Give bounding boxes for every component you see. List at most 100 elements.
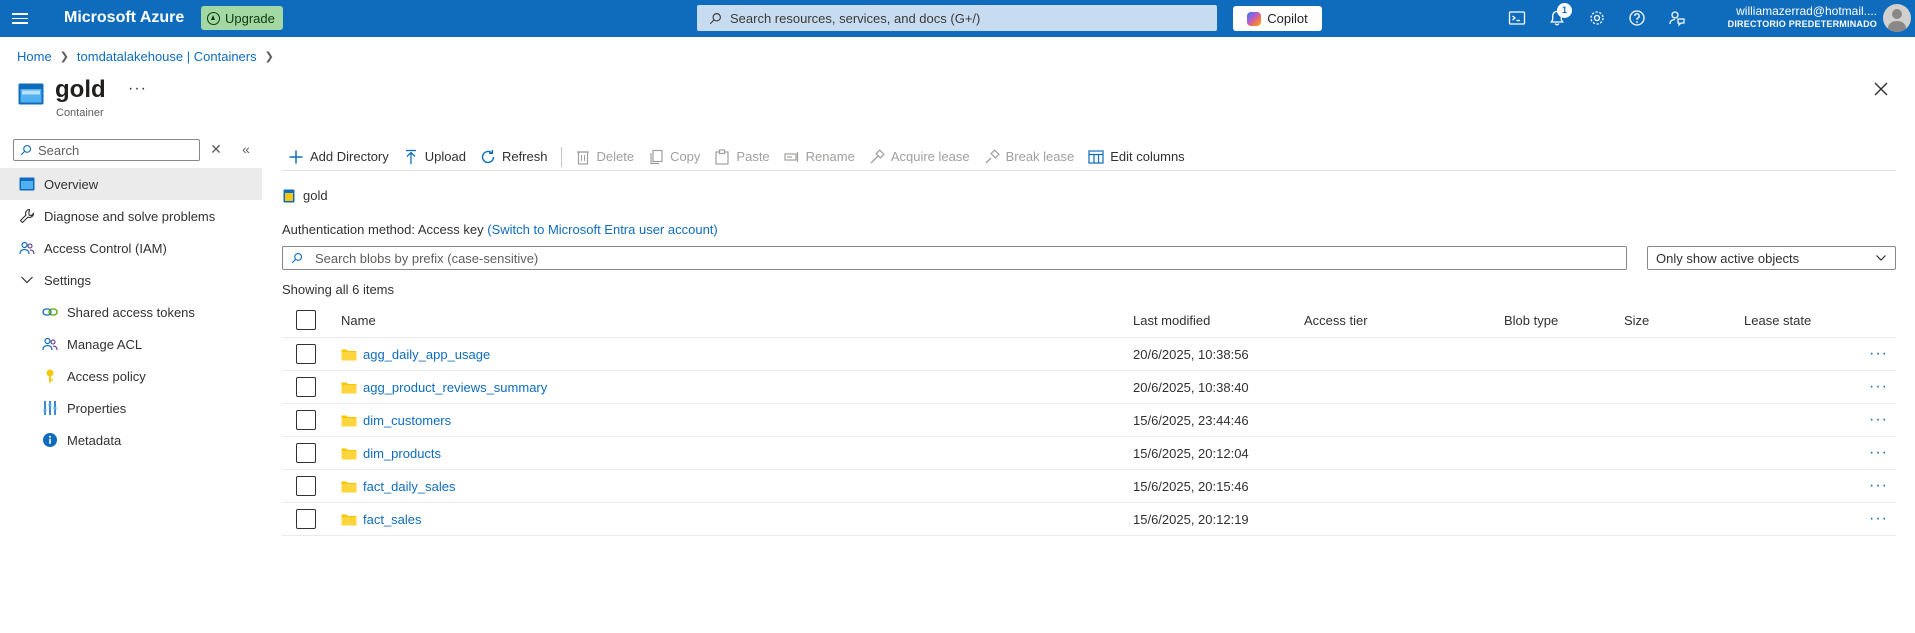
row-more-options-button[interactable]: ···	[1869, 338, 1888, 370]
name-cell: dim_customers	[341, 404, 451, 436]
toolbar-divider	[561, 146, 563, 167]
object-filter-dropdown[interactable]: Only show active objects	[1647, 246, 1896, 270]
table-row[interactable]: dim_customers 15/6/2025, 23:44:46 ···	[282, 404, 1896, 437]
select-all-cell	[296, 303, 316, 337]
nav-search-placeholder: Search	[38, 142, 80, 158]
copy-button[interactable]: Copy	[642, 143, 708, 171]
more-options-button[interactable]: ···	[128, 80, 147, 98]
folder-name-link[interactable]: dim_customers	[363, 413, 451, 428]
refresh-button[interactable]: Refresh	[474, 143, 556, 171]
acquire-lease-button[interactable]: Acquire lease	[863, 143, 978, 171]
copilot-label: Copilot	[1267, 11, 1308, 26]
breadcrumb-containers[interactable]: tomdatalakehouse | Containers	[77, 49, 257, 64]
people-icon	[42, 337, 58, 351]
row-checkbox-cell	[296, 371, 316, 403]
table-row[interactable]: agg_product_reviews_summary 20/6/2025, 10…	[282, 371, 1896, 404]
column-header-size[interactable]: Size	[1624, 303, 1649, 337]
menu-icon[interactable]	[12, 10, 28, 26]
row-checkbox[interactable]	[296, 410, 316, 430]
upload-button[interactable]: Upload	[397, 143, 474, 171]
blob-table: Name Last modified Access tier Blob type…	[282, 303, 1896, 536]
name-cell: dim_products	[341, 437, 441, 469]
account-email: williamazerrad@hotmail....	[1736, 4, 1877, 18]
switch-auth-link[interactable]: (Switch to Microsoft Entra user account)	[487, 222, 717, 237]
nav-item-label: Shared access tokens	[67, 304, 195, 320]
global-search-placeholder: Search resources, services, and docs (G+…	[730, 10, 981, 26]
avatar[interactable]	[1883, 4, 1911, 32]
collapse-nav-icon[interactable]: «	[238, 141, 254, 157]
nav-item-access-policy[interactable]: Access policy	[0, 360, 262, 392]
column-header-blob-type[interactable]: Blob type	[1504, 303, 1558, 337]
break-lease-button[interactable]: Break lease	[978, 143, 1083, 171]
edit-columns-button[interactable]: Edit columns	[1082, 143, 1192, 171]
table-row[interactable]: fact_sales 15/6/2025, 20:12:19 ···	[282, 503, 1896, 536]
row-more-options-button[interactable]: ···	[1869, 437, 1888, 469]
copilot-button[interactable]: Copilot	[1233, 6, 1322, 31]
nav-item-properties[interactable]: Properties	[0, 392, 262, 424]
nav-search-input[interactable]: Search	[13, 139, 200, 161]
row-more-options-button[interactable]: ···	[1869, 470, 1888, 502]
column-header-access-tier[interactable]: Access tier	[1304, 303, 1368, 337]
row-more-options-button[interactable]: ···	[1869, 404, 1888, 436]
last-modified-cell: 20/6/2025, 10:38:56	[1133, 346, 1249, 362]
nav-item-settings[interactable]: Settings	[0, 264, 262, 296]
last-modified-cell: 20/6/2025, 10:38:40	[1133, 379, 1249, 395]
chevron-down-icon	[21, 276, 33, 284]
row-checkbox[interactable]	[296, 476, 316, 496]
cloud-shell-icon[interactable]	[1508, 9, 1526, 27]
row-checkbox[interactable]	[296, 443, 316, 463]
nav-item-metadata[interactable]: Metadata	[0, 424, 262, 456]
global-search-input[interactable]: Search resources, services, and docs (G+…	[697, 5, 1217, 31]
row-checkbox[interactable]	[296, 344, 316, 364]
upload-label: Upload	[424, 149, 466, 164]
add-directory-button[interactable]: Add Directory	[282, 143, 397, 171]
column-header-last-modified[interactable]: Last modified	[1133, 303, 1210, 337]
folder-name-link[interactable]: agg_daily_app_usage	[363, 347, 490, 362]
name-cell: fact_daily_sales	[341, 470, 456, 502]
brand-title[interactable]: Microsoft Azure	[64, 9, 184, 27]
row-more-options-button[interactable]: ···	[1869, 503, 1888, 535]
help-icon[interactable]	[1628, 9, 1646, 27]
nav-item-shared-access-tokens[interactable]: Shared access tokens	[0, 296, 262, 328]
account-info[interactable]: williamazerrad@hotmail.... DIRECTORIO PR…	[1728, 5, 1877, 31]
close-icon[interactable]	[1872, 80, 1890, 98]
rename-label: Rename	[805, 149, 855, 164]
page-title: gold	[55, 76, 106, 103]
table-row[interactable]: agg_daily_app_usage 20/6/2025, 10:38:56 ··…	[282, 338, 1896, 371]
nav-item-overview[interactable]: Overview	[0, 168, 262, 200]
upgrade-button[interactable]: Upgrade	[201, 6, 283, 30]
paste-button[interactable]: Paste	[708, 143, 777, 171]
settings-gear-icon[interactable]	[1588, 9, 1606, 27]
column-header-lease-state[interactable]: Lease state	[1744, 303, 1811, 337]
folder-icon	[341, 415, 357, 426]
select-all-checkbox[interactable]	[296, 310, 316, 330]
breadcrumb-home[interactable]: Home	[17, 49, 52, 64]
row-checkbox[interactable]	[296, 509, 316, 529]
table-row[interactable]: dim_products 15/6/2025, 20:12:04 ···	[282, 437, 1896, 470]
clear-filter-icon[interactable]: ✕	[208, 141, 224, 157]
row-more-options-button[interactable]: ···	[1869, 371, 1888, 403]
nav-item-manage-acl[interactable]: Manage ACL	[0, 328, 262, 360]
delete-button[interactable]: Delete	[570, 143, 642, 171]
row-checkbox-cell	[296, 470, 316, 502]
folder-name-link[interactable]: fact_daily_sales	[363, 479, 456, 494]
blob-search-input[interactable]: Search blobs by prefix (case-sensitive)	[282, 246, 1627, 270]
folder-name-link[interactable]: fact_sales	[363, 512, 422, 527]
copy-icon	[650, 149, 663, 164]
folder-name-link[interactable]: agg_product_reviews_summary	[363, 380, 547, 395]
nav-item-label: Manage ACL	[67, 336, 143, 352]
row-checkbox[interactable]	[296, 377, 316, 397]
item-count: Showing all 6 items	[282, 282, 394, 297]
container-icon	[18, 83, 44, 105]
nav-item-iam[interactable]: Access Control (IAM)	[0, 232, 262, 264]
folder-name-link[interactable]: dim_products	[363, 446, 441, 461]
row-checkbox-cell	[296, 503, 316, 535]
feedback-icon[interactable]	[1668, 9, 1686, 27]
nav-item-diagnose[interactable]: Diagnose and solve problems	[0, 200, 262, 232]
edit-columns-label: Edit columns	[1110, 149, 1185, 164]
nav-item-label: Settings	[44, 272, 91, 288]
column-header-name[interactable]: Name	[341, 303, 376, 337]
upgrade-icon	[207, 11, 220, 25]
rename-button[interactable]: Rename	[778, 143, 863, 171]
table-row[interactable]: fact_daily_sales 15/6/2025, 20:15:46 ···	[282, 470, 1896, 503]
